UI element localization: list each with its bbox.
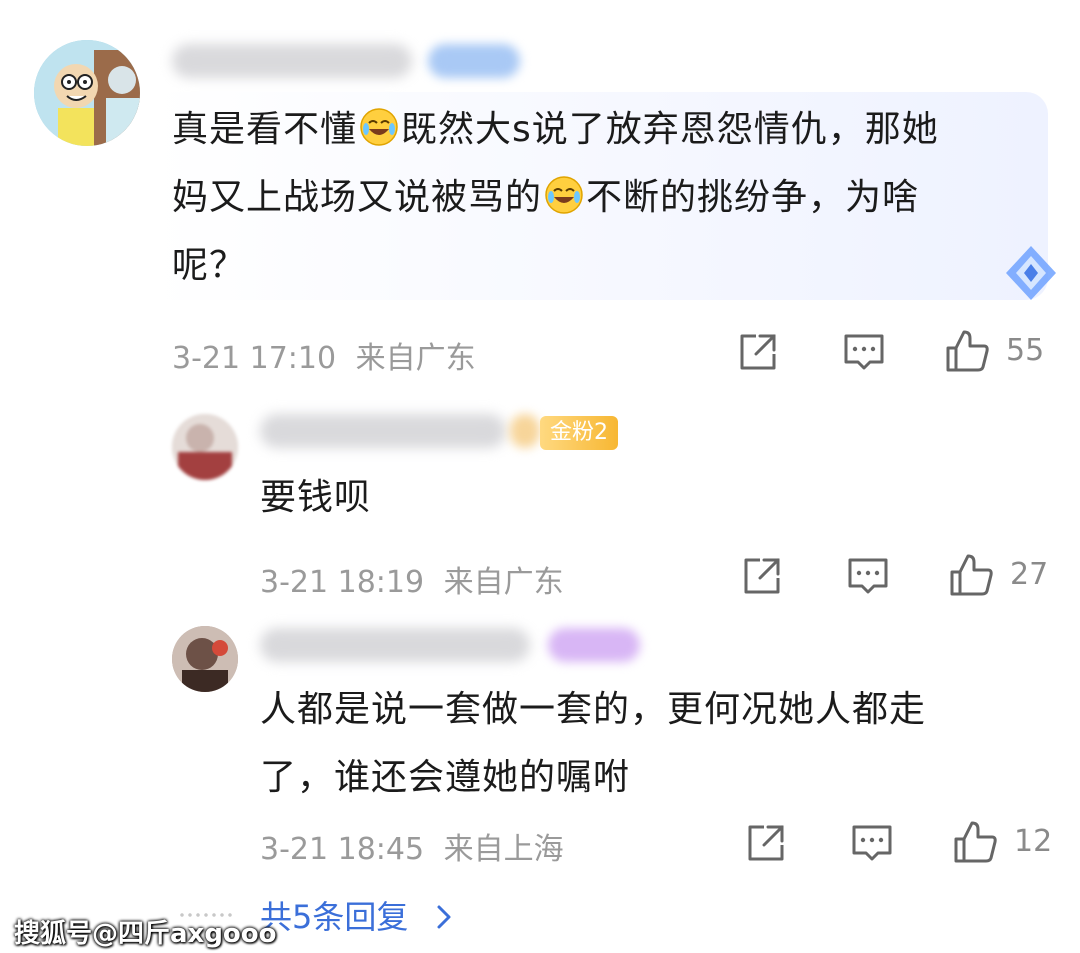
timestamp: 3-21 17:10: [172, 341, 337, 376]
share-icon[interactable]: [740, 554, 784, 598]
comment-icon[interactable]: [846, 554, 890, 598]
comment-icon[interactable]: [850, 821, 894, 865]
avatar[interactable]: [172, 626, 238, 692]
like-icon[interactable]: [944, 328, 990, 374]
timestamp: 3-21 18:19: [260, 565, 425, 600]
username-blurred[interactable]: [260, 414, 506, 448]
comment-text: 要钱呗: [260, 477, 372, 518]
user-badge-blurred: [548, 628, 640, 662]
laugh-cry-emoji: [360, 108, 398, 146]
comment-meta: 3-21 17:10 来自广东: [172, 333, 476, 377]
like-count: 12: [1014, 824, 1053, 859]
comment-icon[interactable]: [842, 330, 886, 374]
location: 来自上海: [443, 832, 564, 867]
location: 来自广东: [443, 565, 564, 600]
like-count: 27: [1010, 557, 1049, 592]
watermark: 搜狐号@四斤axgooo: [14, 919, 277, 949]
share-icon[interactable]: [736, 330, 780, 374]
username-blurred[interactable]: [260, 628, 530, 662]
share-icon[interactable]: [744, 821, 788, 865]
avatar[interactable]: [172, 414, 238, 480]
user-badge-blurred: [428, 44, 520, 78]
like-count: 55: [1006, 333, 1045, 368]
location: 来自广东: [355, 341, 476, 376]
comment-text: 人都是说一套做一套的，更何况她人都走 了，谁还会遵她的嘱咐: [260, 689, 927, 798]
laugh-cry-emoji: [545, 176, 583, 214]
more-replies-label: 共5条回复: [260, 898, 409, 936]
comment-meta: 3-21 18:45 来自上海: [260, 824, 564, 868]
like-icon[interactable]: [952, 819, 998, 865]
username-blurred[interactable]: [172, 44, 412, 78]
comment-meta: 3-21 18:19 来自广东: [260, 557, 564, 601]
like-icon[interactable]: [948, 552, 994, 598]
more-replies-link[interactable]: 共5条回复: [260, 892, 455, 938]
fan-level-badge: 金粉2: [540, 416, 618, 450]
comment-text: 真是看不懂 既然大s说了放弃恩怨情仇，那她 妈又上战场又说被骂的 不断的挑纷争，为啥…: [172, 108, 939, 286]
user-badge-blurred: [510, 414, 540, 448]
chevron-right-icon: [437, 905, 451, 929]
avatar[interactable]: [34, 40, 140, 146]
timestamp: 3-21 18:45: [260, 832, 425, 867]
